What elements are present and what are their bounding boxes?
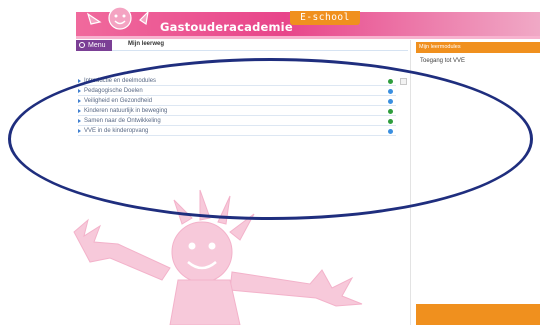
menu-label: Menu	[88, 42, 106, 49]
sidebar-link[interactable]: Toegang tot VVE	[420, 58, 465, 64]
section-title: Mijn leerweg	[128, 41, 165, 47]
brand-title: Gastouderacademie	[160, 20, 293, 34]
tab-eschool[interactable]: E-school	[290, 11, 360, 25]
sidebar-footer	[416, 304, 540, 325]
annotation-ellipse	[8, 58, 533, 220]
header-divider	[76, 36, 540, 39]
content-toolbar	[76, 40, 408, 51]
sun-child-logo	[86, 0, 149, 30]
power-icon	[79, 42, 85, 48]
sidebar-title: Mijn leermodules	[416, 42, 540, 53]
menu-button[interactable]: Menu	[76, 40, 112, 51]
